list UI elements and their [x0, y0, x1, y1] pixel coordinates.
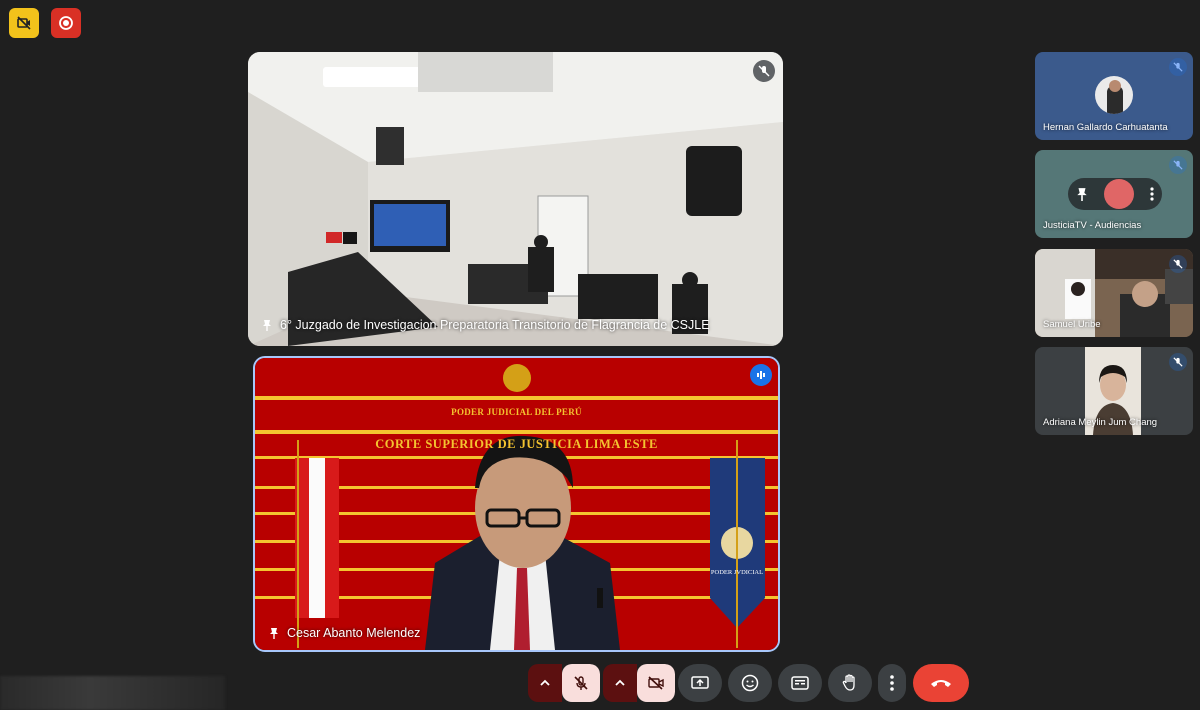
pin-icon: [263, 320, 271, 331]
room-camera-feed: [248, 52, 783, 346]
flag-emblem-text: PODER JVDICIAL: [710, 569, 764, 576]
captions-icon: [791, 676, 809, 690]
participant-name: Hernan Gallardo Carhuatanta: [1043, 122, 1168, 133]
leave-call-button[interactable]: [913, 664, 969, 702]
emoji-button[interactable]: [728, 664, 772, 702]
mic-off-icon: [574, 676, 588, 690]
camera-options-button[interactable]: [603, 664, 637, 702]
mic-off-icon: [1169, 255, 1187, 273]
participant-name: JusticiaTV - Audiencias: [1043, 220, 1142, 231]
participant-tile[interactable]: Hernan Gallardo Carhuatanta: [1035, 52, 1193, 140]
more-options-button[interactable]: [878, 664, 906, 702]
speaker-camera-feed: [255, 358, 778, 650]
participant-tile[interactable]: JusticiaTV - Audiencias: [1035, 150, 1193, 238]
speaker-tile-label: Cesar Abanto Melendez: [269, 626, 420, 640]
participant-name: Samuel Uribe: [1043, 319, 1101, 330]
speaker-background-text-1: PODER JUDICIAL DEL PERÚ: [451, 407, 582, 417]
raise-hand-button[interactable]: [828, 664, 872, 702]
pin-icon[interactable]: [1076, 187, 1088, 201]
more-options-icon: [890, 675, 894, 691]
speaker-background-text-2: CORTE SUPERIOR DE JUSTICIA LIMA ESTE: [375, 437, 658, 451]
room-tile[interactable]: 6° Juzgado de Investigacion Preparatoria…: [248, 52, 783, 346]
participant-tile[interactable]: Samuel Uribe: [1035, 249, 1193, 337]
captions-button[interactable]: [778, 664, 822, 702]
leave-call-icon: [931, 680, 951, 687]
record-icon: [51, 8, 81, 38]
more-options-icon[interactable]: [1150, 187, 1154, 201]
mic-off-button[interactable]: [562, 664, 600, 702]
emoji-icon: [741, 674, 759, 692]
room-tile-label: 6° Juzgado de Investigacion Preparatoria…: [262, 318, 710, 332]
tile-hover-controls: [1068, 178, 1162, 210]
participant-name: Adriana Meylin Jum Chang: [1043, 417, 1158, 428]
no-video-icon: [9, 8, 39, 38]
mic-off-icon: [753, 60, 775, 82]
speaker-name: Cesar Abanto Melendez: [287, 626, 421, 640]
room-name: 6° Juzgado de Investigacion Preparatoria…: [280, 318, 710, 332]
raise-hand-icon: [842, 674, 855, 691]
pin-icon: [270, 628, 278, 639]
avatar: [1095, 76, 1133, 114]
mic-control-group: [528, 664, 600, 702]
mic-off-icon: [1169, 58, 1187, 76]
present-screen-icon: [691, 676, 709, 689]
avatar: [1104, 179, 1134, 209]
participant-tile[interactable]: Adriana Meylin Jum Chang: [1035, 347, 1193, 435]
camera-control-group: [603, 664, 675, 702]
speaking-indicator-icon: [750, 364, 772, 386]
mic-off-icon: [1169, 156, 1187, 174]
obscured-area: [0, 676, 225, 710]
mic-options-button[interactable]: [528, 664, 562, 702]
mic-off-icon: [1169, 353, 1187, 371]
speaker-tile[interactable]: PODER JUDICIAL DEL PERÚ CORTE SUPERIOR D…: [253, 356, 780, 652]
chevron-up-icon: [615, 679, 625, 686]
camera-off-button[interactable]: [637, 664, 675, 702]
present-screen-button[interactable]: [678, 664, 722, 702]
chevron-up-icon: [540, 679, 550, 686]
camera-off-icon: [648, 676, 664, 690]
